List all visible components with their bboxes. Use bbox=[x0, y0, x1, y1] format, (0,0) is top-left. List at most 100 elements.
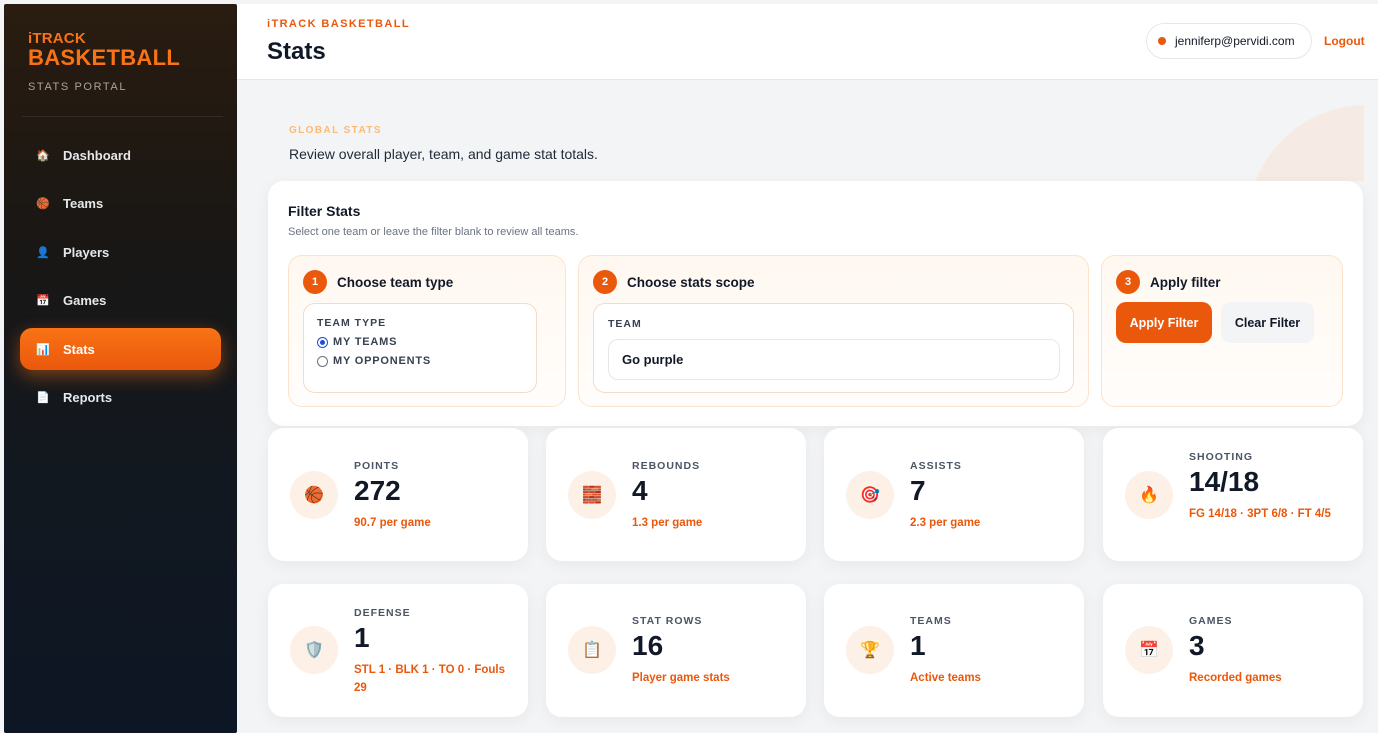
stat-card-rebounds: 🧱 REBOUNDS 4 1.3 per game bbox=[546, 428, 806, 561]
stat-card-assists: 🎯 ASSISTS 7 2.3 per game bbox=[824, 428, 1084, 561]
stat-card-points: 🏀 POINTS 272 90.7 per game bbox=[268, 428, 528, 561]
stat-sub: FG 14/18 · 3PT 6/8 · FT 4/5 bbox=[1189, 508, 1331, 520]
sidebar-item-label: Players bbox=[63, 244, 110, 260]
target-icon: 🎯 bbox=[846, 471, 894, 519]
stat-body: REBOUNDS 4 1.3 per game bbox=[632, 460, 800, 532]
stat-card-teams: 🏆 TEAMS 1 Active teams bbox=[824, 584, 1084, 717]
stat-value: 4 bbox=[632, 475, 648, 506]
decorative-circle bbox=[1247, 105, 1364, 181]
step-team-type: 1 Choose team type TEAM TYPE MY TEAMS MY… bbox=[288, 255, 566, 407]
stat-value: 3 bbox=[1189, 630, 1205, 661]
filter-card: Filter Stats Select one team or leave th… bbox=[268, 181, 1363, 426]
section-description: Review overall player, team, and game st… bbox=[289, 146, 598, 162]
logout-link[interactable]: Logout bbox=[1324, 34, 1365, 48]
stat-label: SHOOTING bbox=[1189, 451, 1254, 463]
stat-sub: Recorded games bbox=[1189, 672, 1282, 684]
person-icon: 👤 bbox=[36, 246, 50, 259]
step-title: Choose team type bbox=[337, 274, 454, 290]
stat-sub: 1.3 per game bbox=[632, 517, 703, 529]
stat-card-stat-rows: 📋 STAT ROWS 16 Player game stats bbox=[546, 584, 806, 717]
stat-body: TEAMS 1 Active teams bbox=[910, 615, 1078, 687]
stat-label: TEAMS bbox=[910, 615, 952, 627]
stat-body: STAT ROWS 16 Player game stats bbox=[632, 615, 800, 687]
house-icon: 🏠 bbox=[36, 149, 50, 162]
brand-logo[interactable]: iTRACK BASKETBALL STATS PORTAL bbox=[28, 30, 180, 93]
stat-card-defense: 🛡️ DEFENSE 1 STL 1 · BLK 1 · TO 0 · Foul… bbox=[268, 584, 528, 717]
sidebar-item-teams[interactable]: 🏀 Teams bbox=[20, 183, 221, 225]
step-stats-scope: 2 Choose stats scope TEAM Go purple bbox=[578, 255, 1089, 407]
page-title: Stats bbox=[267, 38, 326, 65]
sidebar-item-stats[interactable]: 📊 Stats bbox=[20, 328, 221, 370]
stat-sub: 2.3 per game bbox=[910, 517, 981, 529]
step-apply-filter: 3 Apply filter Apply Filter Clear Filter bbox=[1101, 255, 1343, 407]
clipboard-icon: 📋 bbox=[568, 626, 616, 674]
filter-subtitle: Select one team or leave the filter blan… bbox=[288, 226, 579, 238]
sidebar-nav: 🏠 Dashboard 🏀 Teams 👤 Players 📅 Games 📊 … bbox=[20, 134, 221, 425]
stat-body: GAMES 3 Recorded games bbox=[1189, 615, 1357, 687]
step-title: Choose stats scope bbox=[627, 274, 755, 290]
step-header: 2 Choose stats scope bbox=[593, 270, 755, 294]
stat-body: DEFENSE 1 STL 1 · BLK 1 · TO 0 · Fouls 2… bbox=[354, 607, 514, 697]
stat-label: ASSISTS bbox=[910, 460, 962, 472]
brick-icon: 🧱 bbox=[568, 471, 616, 519]
step-number: 2 bbox=[593, 270, 617, 294]
calendar-icon: 📅 bbox=[36, 295, 50, 307]
team-select[interactable]: Go purple bbox=[608, 339, 1060, 380]
sidebar-item-games[interactable]: 📅 Games bbox=[20, 280, 221, 322]
stat-value: 14/18 bbox=[1189, 466, 1260, 497]
basketball-icon: 🏀 bbox=[36, 198, 50, 210]
team-label: TEAM bbox=[608, 318, 642, 330]
step-number: 1 bbox=[303, 270, 327, 294]
stat-card-shooting: 🔥 SHOOTING 14/18 FG 14/18 · 3PT 6/8 · FT… bbox=[1103, 428, 1363, 561]
stat-card-games: 📅 GAMES 3 Recorded games bbox=[1103, 584, 1363, 717]
top-header: iTRACK BASKETBALL Stats jenniferp@pervid… bbox=[237, 4, 1378, 80]
stat-label: STAT ROWS bbox=[632, 615, 703, 627]
stat-value: 272 bbox=[354, 475, 401, 506]
stat-sub: STL 1 · BLK 1 · TO 0 · Fouls 29 bbox=[354, 664, 506, 694]
apply-filter-button[interactable]: Apply Filter bbox=[1116, 302, 1212, 343]
trophy-icon: 🏆 bbox=[846, 626, 894, 674]
stat-label: REBOUNDS bbox=[632, 460, 701, 472]
stat-sub: Active teams bbox=[910, 672, 981, 684]
sidebar-divider bbox=[22, 116, 223, 117]
team-type-label: TEAM TYPE bbox=[317, 317, 387, 329]
user-chip[interactable]: jenniferp@pervidi.com bbox=[1146, 23, 1312, 59]
stat-sub: 90.7 per game bbox=[354, 517, 431, 529]
user-email: jenniferp@pervidi.com bbox=[1175, 34, 1295, 48]
step-number: 3 bbox=[1116, 270, 1140, 294]
sidebar-item-label: Reports bbox=[63, 390, 113, 405]
stat-label: GAMES bbox=[1189, 615, 1233, 627]
sidebar: iTRACK BASKETBALL STATS PORTAL 🏠 Dashboa… bbox=[4, 4, 237, 733]
filter-title: Filter Stats bbox=[288, 203, 361, 219]
document-icon: 📄 bbox=[36, 392, 50, 404]
sidebar-item-label: Teams bbox=[63, 196, 104, 211]
sidebar-item-dashboard[interactable]: 🏠 Dashboard bbox=[20, 134, 221, 176]
step-header: 3 Apply filter bbox=[1116, 270, 1221, 294]
bar-chart-icon: 📊 bbox=[36, 343, 50, 356]
step-header: 1 Choose team type bbox=[303, 270, 453, 294]
sidebar-item-label: Stats bbox=[63, 341, 95, 357]
sidebar-item-players[interactable]: 👤 Players bbox=[20, 231, 221, 273]
stat-value: 1 bbox=[354, 622, 370, 653]
step-title: Apply filter bbox=[1150, 274, 1221, 290]
stat-value: 16 bbox=[632, 630, 664, 661]
clear-filter-button[interactable]: Clear Filter bbox=[1221, 302, 1314, 343]
basketball-icon: 🏀 bbox=[290, 471, 338, 519]
header-kicker: iTRACK BASKETBALL bbox=[267, 18, 410, 30]
stat-label: POINTS bbox=[354, 460, 400, 472]
radio-my-opponents[interactable]: MY OPPONENTS bbox=[317, 355, 536, 367]
brand-sub: STATS PORTAL bbox=[28, 81, 128, 93]
section-kicker: GLOBAL STATS bbox=[289, 125, 382, 136]
sidebar-item-reports[interactable]: 📄 Reports bbox=[20, 377, 221, 419]
stat-body: POINTS 272 90.7 per game bbox=[354, 460, 522, 532]
radio-label: MY TEAMS bbox=[333, 336, 398, 348]
calendar-icon: 📅 bbox=[1125, 626, 1173, 674]
shield-icon: 🛡️ bbox=[290, 626, 338, 674]
radio-my-teams[interactable]: MY TEAMS bbox=[317, 336, 536, 348]
status-dot-icon bbox=[1158, 37, 1166, 45]
fire-icon: 🔥 bbox=[1125, 471, 1173, 519]
brand-main: BASKETBALL bbox=[28, 45, 181, 70]
radio-checked-icon[interactable] bbox=[317, 336, 328, 348]
team-type-box: TEAM TYPE MY TEAMS MY OPPONENTS bbox=[303, 303, 537, 393]
radio-unchecked-icon[interactable] bbox=[317, 355, 328, 367]
